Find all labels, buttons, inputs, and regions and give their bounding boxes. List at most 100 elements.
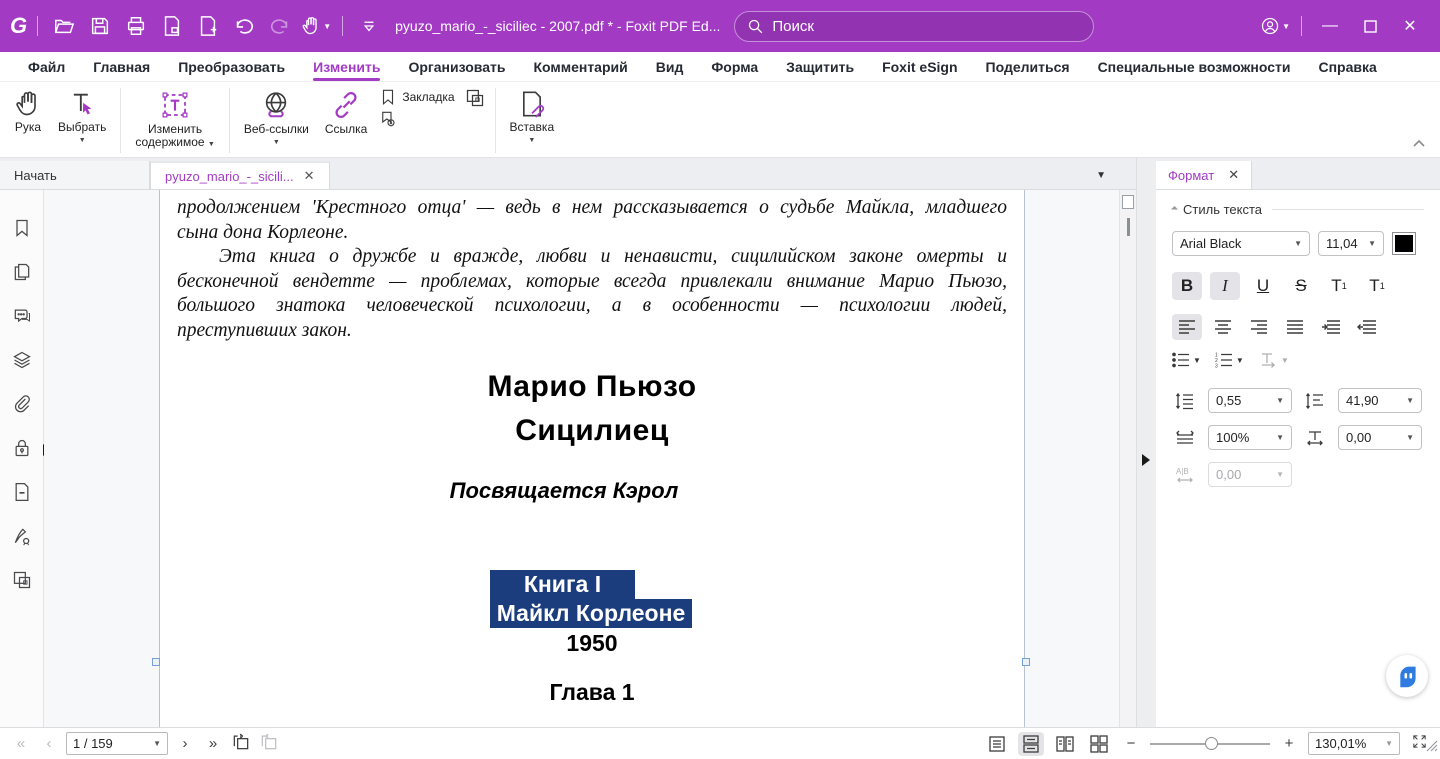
increase-indent-button[interactable] bbox=[1316, 314, 1346, 340]
menu-item-home[interactable]: Главная bbox=[79, 55, 164, 79]
menu-item-form[interactable]: Форма bbox=[697, 55, 772, 79]
account-avatar-icon[interactable]: ▼ bbox=[1260, 11, 1290, 41]
menu-item-protect[interactable]: Защитить bbox=[772, 55, 868, 79]
web-links-button[interactable]: Веб-ссылки ▼ bbox=[236, 86, 317, 155]
destinations-panel-icon[interactable] bbox=[12, 482, 32, 502]
edit-content-button[interactable]: Изменить содержимое ▼ bbox=[127, 86, 223, 155]
align-left-button[interactable] bbox=[1172, 314, 1202, 340]
strikethrough-toggle[interactable]: S bbox=[1286, 272, 1316, 300]
select-tool-button[interactable]: Выбрать ▼ bbox=[50, 86, 114, 155]
named-destination-button[interactable] bbox=[379, 110, 454, 128]
underline-toggle[interactable]: U bbox=[1248, 272, 1278, 300]
font-height-select[interactable]: 41,90 ▼ bbox=[1338, 388, 1422, 413]
undo-icon[interactable] bbox=[229, 11, 259, 41]
new-page-icon[interactable] bbox=[193, 11, 223, 41]
facing-continuous-view-button[interactable] bbox=[1086, 732, 1112, 756]
customize-quick-access-icon[interactable] bbox=[354, 11, 384, 41]
font-family-select[interactable]: Arial Black ▼ bbox=[1172, 231, 1310, 256]
menu-item-comment[interactable]: Комментарий bbox=[519, 55, 641, 79]
menu-item-help[interactable]: Справка bbox=[1304, 55, 1390, 79]
numbered-list-button[interactable]: 123 ▼ bbox=[1215, 352, 1244, 369]
attachments-panel-icon[interactable] bbox=[12, 394, 32, 414]
collapse-ribbon-icon[interactable] bbox=[1412, 135, 1426, 153]
ai-assistant-button[interactable] bbox=[1386, 655, 1428, 697]
tab-start[interactable]: Начать bbox=[0, 161, 150, 189]
expand-right-panel-handle[interactable] bbox=[1142, 454, 1150, 466]
menu-item-organize[interactable]: Организовать bbox=[394, 55, 519, 79]
comments-panel-icon[interactable] bbox=[12, 306, 32, 326]
page-number-select[interactable]: 1 / 159 ▼ bbox=[66, 732, 168, 755]
horizontal-offset-select[interactable]: 0,00 ▼ bbox=[1338, 425, 1422, 450]
format-panel-close-icon[interactable]: ✕ bbox=[1228, 167, 1239, 183]
bold-toggle[interactable]: B bbox=[1172, 272, 1202, 300]
char-spacing-select[interactable]: 100% ▼ bbox=[1208, 425, 1292, 450]
align-justify-button[interactable] bbox=[1280, 314, 1310, 340]
zoom-out-button[interactable]: − bbox=[1120, 735, 1142, 752]
font-color-swatch[interactable] bbox=[1392, 232, 1416, 255]
redo-icon[interactable] bbox=[265, 11, 295, 41]
subscript-toggle[interactable]: T1 bbox=[1362, 272, 1392, 300]
maximize-button[interactable] bbox=[1350, 10, 1390, 42]
selected-text-block[interactable]: Книга I Майкл Корлеоне bbox=[490, 569, 1007, 628]
tab-close-icon[interactable]: ✕ bbox=[304, 168, 315, 184]
security-panel-icon[interactable] bbox=[12, 438, 32, 458]
next-page-button[interactable]: › bbox=[174, 735, 196, 752]
first-page-button[interactable]: « bbox=[10, 735, 32, 752]
previous-view-button[interactable] bbox=[230, 732, 252, 756]
menu-item-file[interactable]: Файл bbox=[14, 55, 79, 79]
open-file-icon[interactable] bbox=[49, 11, 79, 41]
hand-mode-icon[interactable]: ▼ bbox=[301, 11, 331, 41]
print-icon[interactable] bbox=[121, 11, 151, 41]
minimize-button[interactable]: — bbox=[1310, 10, 1350, 42]
vertical-scrollbar[interactable] bbox=[1119, 190, 1136, 727]
superscript-toggle[interactable]: T1 bbox=[1324, 272, 1354, 300]
text-style-section-header[interactable]: Стиль текста bbox=[1170, 202, 1424, 217]
pages-panel-icon[interactable] bbox=[12, 262, 32, 282]
link-button[interactable]: Ссылка bbox=[317, 86, 375, 155]
layers-panel-icon[interactable] bbox=[12, 350, 32, 370]
search-input[interactable]: Поиск bbox=[734, 10, 1095, 42]
edit-box-left-handle[interactable] bbox=[152, 658, 160, 666]
single-page-view-button[interactable] bbox=[984, 732, 1010, 756]
align-center-button[interactable] bbox=[1208, 314, 1238, 340]
export-page-icon[interactable] bbox=[157, 11, 187, 41]
menu-item-accessibility[interactable]: Специальные возможности bbox=[1084, 55, 1305, 79]
bookmark-button[interactable]: Закладка bbox=[379, 88, 455, 106]
bookmarks-panel-icon[interactable] bbox=[12, 218, 32, 238]
scrollbar-thumb[interactable] bbox=[1122, 195, 1134, 209]
decrease-indent-button[interactable] bbox=[1352, 314, 1382, 340]
line-spacing-select[interactable]: 0,55 ▼ bbox=[1208, 388, 1292, 413]
cross-reference-button[interactable] bbox=[465, 88, 485, 108]
zoom-slider[interactable] bbox=[1150, 736, 1270, 750]
tab-list-caret-icon[interactable]: ▼ bbox=[1096, 170, 1106, 181]
zoom-level-select[interactable]: 130,01% ▼ bbox=[1308, 732, 1400, 755]
hand-tool-button[interactable]: Рука bbox=[6, 86, 50, 155]
font-size-select[interactable]: 11,04 ▼ bbox=[1318, 231, 1384, 256]
facing-view-button[interactable] bbox=[1052, 732, 1078, 756]
zoom-slider-knob[interactable] bbox=[1205, 736, 1218, 750]
insert-button[interactable]: Вставка ▼ bbox=[502, 86, 563, 155]
next-view-button[interactable] bbox=[258, 732, 280, 756]
previous-page-button[interactable]: ‹ bbox=[38, 735, 60, 752]
collapse-section-icon[interactable] bbox=[1170, 205, 1179, 214]
menu-item-view[interactable]: Вид bbox=[642, 55, 698, 79]
continuous-view-button[interactable] bbox=[1018, 731, 1044, 756]
signatures-panel-icon[interactable] bbox=[12, 526, 32, 546]
tab-format[interactable]: Формат ✕ bbox=[1156, 161, 1253, 189]
close-button[interactable]: ✕ bbox=[1390, 10, 1430, 42]
document-canvas[interactable]: продолжением 'Крестного отца' — ведь в н… bbox=[44, 190, 1119, 727]
linked-files-panel-icon[interactable] bbox=[12, 570, 32, 590]
align-right-button[interactable] bbox=[1244, 314, 1274, 340]
window-resize-grip[interactable] bbox=[1426, 739, 1438, 757]
tab-document-active[interactable]: pyuzo_mario_-_sicili... ✕ bbox=[150, 161, 330, 189]
last-page-button[interactable]: » bbox=[202, 735, 224, 752]
edit-box-right-handle[interactable] bbox=[1022, 658, 1030, 666]
italic-toggle[interactable]: I bbox=[1210, 272, 1240, 300]
menu-item-edit[interactable]: Изменить bbox=[299, 55, 394, 81]
menu-item-share[interactable]: Поделиться bbox=[972, 55, 1084, 79]
menu-item-foxit-esign[interactable]: Foxit eSign bbox=[868, 55, 971, 79]
text-direction-button[interactable]: ▼ bbox=[1258, 352, 1289, 368]
pdf-page[interactable]: продолжением 'Крестного отца' — ведь в н… bbox=[159, 190, 1025, 727]
bullet-list-button[interactable]: ▼ bbox=[1172, 352, 1201, 368]
zoom-in-button[interactable]: + bbox=[1278, 735, 1300, 752]
